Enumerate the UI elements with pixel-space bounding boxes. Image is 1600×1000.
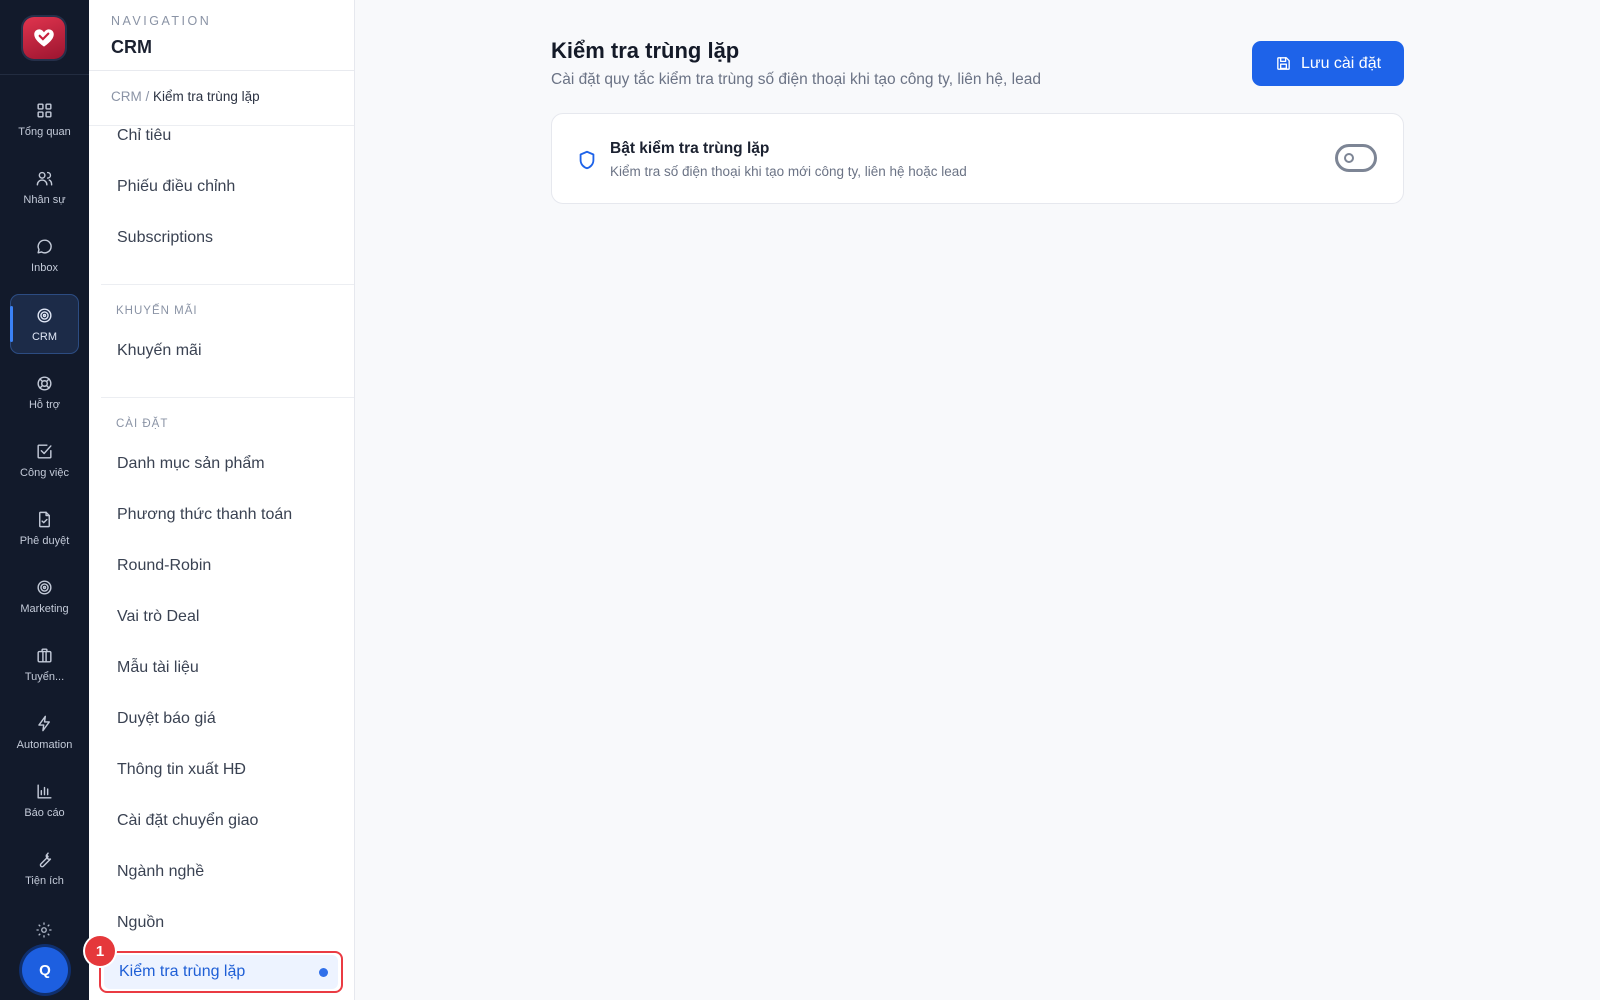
- rail-item-phe-duyet[interactable]: Phê duyệt: [10, 498, 79, 558]
- nav-title: CRM: [111, 37, 152, 57]
- rail-item-label: Nhân sự: [23, 193, 66, 206]
- save-button-label: Lưu cài đặt: [1300, 54, 1382, 72]
- save-settings-button[interactable]: Lưu cài đặt: [1252, 41, 1404, 86]
- nav-item-nganh-nghe[interactable]: Ngành nghề: [117, 863, 204, 881]
- target-icon: [37, 579, 52, 595]
- nav-section-khuyen-mai: KHUYẾN MÃI: [116, 305, 198, 317]
- rail-item-label: Automation: [16, 738, 73, 751]
- rail-divider: [0, 74, 89, 75]
- rail-item-label: Tiện ích: [25, 874, 64, 887]
- rail-item-label: Tuyển...: [24, 670, 65, 683]
- toggle-knob: [1344, 153, 1354, 163]
- nav-item-active-body: Kiểm tra trùng lặp: [104, 955, 338, 989]
- user-avatar[interactable]: Q: [22, 947, 68, 993]
- save-icon: [1277, 57, 1290, 70]
- rail-item-label: Báo cáo: [24, 806, 65, 819]
- users-icon: [36, 171, 53, 186]
- rail-item-automation[interactable]: Automation: [10, 702, 79, 762]
- nav-item-subscriptions[interactable]: Subscriptions: [117, 229, 213, 247]
- nav-item-label: Kiểm tra trùng lặp: [119, 963, 246, 980]
- grid-icon: [37, 102, 52, 118]
- rail-item-label: Phê duyệt: [19, 534, 70, 547]
- app-logo[interactable]: [23, 17, 65, 59]
- rail-item-label: Marketing: [20, 602, 69, 615]
- rail-item-bao-cao[interactable]: Báo cáo: [10, 770, 79, 830]
- gear-icon: [36, 922, 52, 938]
- rail-item-crm[interactable]: CRM: [10, 294, 79, 354]
- app-rail: Tổng quan Nhân sự Inbox CRM Hỗ trợ Công …: [0, 0, 89, 1000]
- duplicate-check-toggle[interactable]: [1335, 144, 1377, 172]
- shield-icon: [579, 150, 595, 170]
- rail-settings[interactable]: [35, 921, 53, 939]
- rail-item-tien-ich[interactable]: Tiện ích: [10, 838, 79, 898]
- nav-section-divider: [101, 284, 354, 285]
- page-title: Kiểm tra trùng lặp: [551, 38, 740, 63]
- navigation-panel: NAVIGATION CRM CRM / Kiểm tra trùng lặp …: [89, 0, 355, 1000]
- breadcrumb-divider: [89, 125, 354, 126]
- rail-item-label: Tổng quan: [18, 125, 71, 138]
- main-content: Kiểm tra trùng lặp Cài đặt quy tắc kiểm …: [356, 0, 1600, 1000]
- bolt-icon: [38, 715, 50, 731]
- heart-logo-icon: [34, 29, 54, 47]
- rail-item-label: Công việc: [20, 466, 69, 479]
- rail-item-tong-quan[interactable]: Tổng quan: [10, 89, 79, 149]
- rail-item-label: CRM: [31, 330, 58, 343]
- nav-item-mau-tai-lieu[interactable]: Mẫu tài liệu: [117, 659, 199, 677]
- nav-item-khuyen-mai[interactable]: Khuyến mãi: [117, 342, 202, 360]
- nav-caption: NAVIGATION: [111, 14, 212, 28]
- checkbox-icon: [37, 443, 52, 459]
- rail-item-nhan-su[interactable]: Nhân sự: [10, 157, 79, 217]
- nav-item-phuong-thuc-thanh-toan[interactable]: Phương thức thanh toán: [117, 506, 292, 524]
- nav-item-kiem-tra-trung-lap[interactable]: Kiểm tra trùng lặp: [99, 951, 343, 993]
- breadcrumb: CRM / Kiểm tra trùng lặp: [111, 89, 260, 104]
- lifebuoy-icon: [37, 375, 52, 391]
- card-icon-wrap: [576, 149, 598, 171]
- nav-section-divider: [101, 397, 354, 398]
- rail-item-tuyen[interactable]: Tuyển...: [10, 634, 79, 694]
- wrench-icon: [39, 851, 52, 867]
- file-check-icon: [39, 511, 50, 527]
- rail-item-label: Hỗ trợ: [28, 398, 61, 411]
- chat-icon: [37, 238, 52, 254]
- rail-item-marketing[interactable]: Marketing: [10, 566, 79, 626]
- duplicate-check-card: Bật kiểm tra trùng lặp Kiểm tra số điện …: [551, 113, 1404, 204]
- page-subtitle: Cài đặt quy tắc kiểm tra trùng số điện t…: [551, 71, 1041, 88]
- nav-item-danh-muc-san-pham[interactable]: Danh mục sản phẩm: [117, 455, 265, 473]
- rail-item-inbox[interactable]: Inbox: [10, 225, 79, 285]
- rail-item-ho-tro[interactable]: Hỗ trợ: [10, 362, 79, 422]
- nav-item-duyet-bao-gia[interactable]: Duyệt báo giá: [117, 710, 216, 728]
- nav-item-vai-tro-deal[interactable]: Vai trò Deal: [117, 608, 199, 626]
- breadcrumb-root[interactable]: CRM: [111, 89, 142, 104]
- nav-item-round-robin[interactable]: Round-Robin: [117, 557, 211, 575]
- nav-item-cai-dat-chuyen-giao[interactable]: Cài đặt chuyển giao: [117, 812, 258, 830]
- nav-item-nguon[interactable]: Nguồn: [117, 914, 164, 932]
- card-title: Bật kiểm tra trùng lặp: [610, 140, 770, 157]
- bar-chart-icon: [37, 783, 52, 799]
- nav-item-chi-tieu[interactable]: Chỉ tiêu: [117, 127, 171, 145]
- nav-section-cai-dat: CÀI ĐẶT: [116, 418, 169, 430]
- rail-item-label: Inbox: [31, 261, 58, 274]
- breadcrumb-separator: /: [145, 89, 150, 104]
- notification-badge: 1: [85, 936, 115, 966]
- nav-item-phieu-dieu-chinh[interactable]: Phiếu điều chỉnh: [117, 178, 235, 196]
- breadcrumb-current: Kiểm tra trùng lặp: [153, 89, 260, 104]
- active-dot-indicator: [319, 967, 328, 977]
- target-icon: [37, 307, 52, 323]
- nav-item-thong-tin-xuat-hd[interactable]: Thông tin xuất HĐ: [117, 761, 246, 779]
- card-description: Kiểm tra số điện thoại khi tạo mới công …: [610, 164, 967, 179]
- briefcase-icon: [37, 647, 52, 663]
- nav-divider: [89, 70, 354, 71]
- rail-item-cong-viec[interactable]: Công việc: [10, 430, 79, 490]
